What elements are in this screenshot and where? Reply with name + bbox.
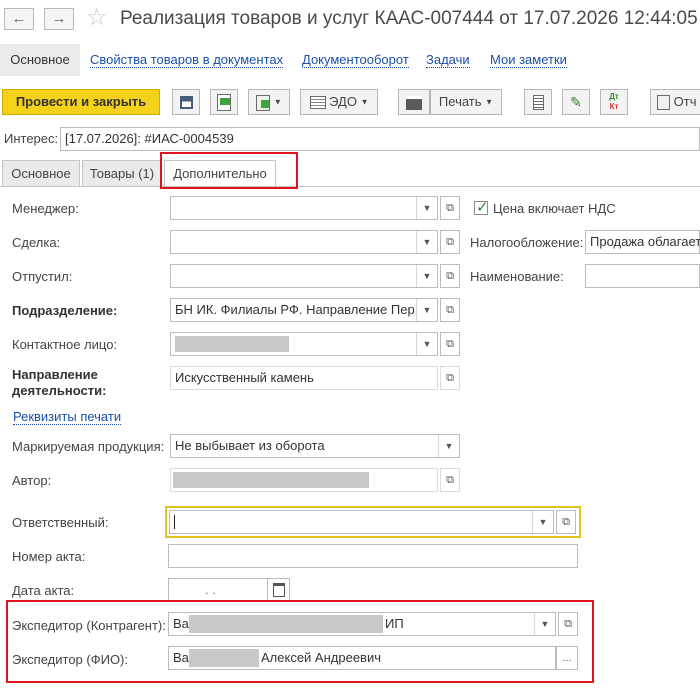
dropdown-arrow-icon[interactable]: ▼ bbox=[416, 231, 437, 253]
contact-label: Контактное лицо: bbox=[12, 337, 118, 352]
marked-products-select[interactable]: Не выбывает из оборота ▼ bbox=[170, 434, 460, 458]
author-label: Автор: bbox=[12, 473, 52, 488]
division-label: Подразделение: bbox=[12, 303, 118, 318]
manager-open-button[interactable]: ⧉ bbox=[440, 196, 460, 220]
list-view-button[interactable] bbox=[524, 89, 552, 115]
section-link-tasks[interactable]: Задачи bbox=[426, 53, 470, 68]
direction-field[interactable]: Искусственный камень bbox=[170, 366, 438, 390]
print-quick-button[interactable] bbox=[398, 89, 430, 115]
open-window-icon: ⧉ bbox=[562, 516, 570, 528]
deal-select[interactable]: ▼ bbox=[170, 230, 438, 254]
redacted-block bbox=[175, 336, 289, 352]
favorite-star-icon[interactable]: ☆ bbox=[86, 4, 108, 32]
highlight-tab-additional bbox=[160, 152, 298, 189]
post-and-close-button[interactable]: Провести и закрыть bbox=[2, 89, 160, 115]
responsible-select[interactable]: ▼ bbox=[169, 510, 554, 534]
text-cursor bbox=[174, 515, 175, 529]
author-open-button[interactable]: ⧉ bbox=[440, 468, 460, 492]
interest-field[interactable]: [17.07.2026]: #ИАС-0004539 bbox=[60, 127, 700, 151]
act-number-label: Номер акта: bbox=[12, 549, 86, 564]
released-open-button[interactable]: ⧉ bbox=[440, 264, 460, 288]
arrow-left-icon: ← bbox=[11, 10, 27, 27]
tab-main[interactable]: Основное bbox=[2, 160, 80, 186]
dropdown-arrow-icon[interactable]: ▼ bbox=[438, 435, 459, 457]
open-window-icon: ⧉ bbox=[446, 236, 454, 248]
act-number-input[interactable] bbox=[168, 544, 578, 568]
manager-select[interactable]: ▼ bbox=[170, 196, 438, 220]
sign-button[interactable]: ✎ bbox=[562, 89, 590, 115]
redacted-block bbox=[173, 472, 369, 488]
taxation-label: Налогообложение: bbox=[470, 235, 584, 250]
print-details-link[interactable]: Реквизиты печати bbox=[13, 410, 122, 425]
back-button[interactable]: ← bbox=[4, 8, 34, 30]
printer-icon bbox=[406, 95, 422, 110]
contact-open-button[interactable]: ⧉ bbox=[440, 332, 460, 356]
open-window-icon: ⧉ bbox=[446, 474, 454, 486]
open-window-icon: ⧉ bbox=[446, 372, 454, 384]
calendar-button[interactable] bbox=[268, 578, 290, 602]
dropdown-arrow-icon[interactable]: ▼ bbox=[416, 265, 437, 287]
section-link-product-properties[interactable]: Свойства товаров в документах bbox=[90, 53, 284, 68]
dropdown-arrow-icon[interactable]: ▼ bbox=[416, 197, 437, 219]
print-menu-button[interactable]: Печать ▼ bbox=[430, 89, 502, 115]
open-window-icon: ⧉ bbox=[446, 304, 454, 316]
act-date-label: Дата акта: bbox=[12, 583, 75, 598]
marked-products-label: Маркируемая продукция: bbox=[12, 439, 165, 454]
create-based-on-button[interactable]: ▼ bbox=[248, 89, 290, 115]
author-field bbox=[170, 468, 438, 492]
contact-select[interactable]: ▼ bbox=[170, 332, 438, 356]
vat-included-checkbox[interactable]: ✓ bbox=[474, 199, 489, 216]
open-window-icon: ⧉ bbox=[446, 338, 454, 350]
calendar-icon bbox=[272, 583, 285, 598]
tab-divider bbox=[0, 186, 700, 187]
direction-label-line1: Направление bbox=[12, 367, 98, 382]
responsible-label: Ответственный: bbox=[12, 515, 109, 530]
interest-label: Интерес: bbox=[4, 131, 59, 146]
division-open-button[interactable]: ⧉ bbox=[440, 298, 460, 322]
report-icon bbox=[657, 95, 670, 111]
chevron-down-icon: ▼ bbox=[360, 97, 369, 107]
chevron-down-icon: ▼ bbox=[273, 97, 282, 107]
vat-included-label: Цена включает НДС bbox=[493, 201, 616, 216]
direction-open-button[interactable]: ⧉ bbox=[440, 366, 460, 390]
highlight-forwarder-block bbox=[6, 600, 594, 683]
taxation-select[interactable]: Продажа облагается bbox=[585, 230, 700, 254]
deal-open-button[interactable]: ⧉ bbox=[440, 230, 460, 254]
list-icon bbox=[532, 95, 544, 111]
open-window-icon: ⧉ bbox=[446, 202, 454, 214]
dropdown-arrow-icon[interactable]: ▼ bbox=[532, 511, 553, 533]
dropdown-arrow-icon[interactable]: ▼ bbox=[416, 299, 437, 321]
pen-sign-icon: ✎ bbox=[570, 94, 582, 110]
deal-label: Сделка: bbox=[12, 235, 61, 250]
tab-goods[interactable]: Товары (1) bbox=[82, 160, 162, 186]
post-button[interactable] bbox=[210, 89, 238, 115]
responsible-open-button[interactable]: ⧉ bbox=[556, 510, 576, 534]
act-date-input[interactable]: . . bbox=[168, 578, 268, 602]
post-document-icon bbox=[217, 94, 231, 112]
name-input[interactable] bbox=[585, 264, 700, 288]
section-main[interactable]: Основное bbox=[0, 44, 80, 76]
save-button[interactable] bbox=[172, 89, 200, 115]
dropdown-arrow-icon[interactable]: ▼ bbox=[416, 333, 437, 355]
edo-menu-button[interactable]: ЭДО ▼ bbox=[300, 89, 378, 115]
forward-button[interactable]: → bbox=[44, 8, 74, 30]
manager-label: Менеджер: bbox=[12, 201, 79, 216]
released-label: Отпустил: bbox=[12, 269, 73, 284]
section-link-notes[interactable]: Мои заметки bbox=[490, 53, 567, 68]
dt-kt-button[interactable]: Дт Кт bbox=[600, 89, 628, 115]
page-title: Реализация товаров и услуг КААС-007444 о… bbox=[120, 8, 698, 29]
name-label: Наименование: bbox=[470, 269, 564, 284]
released-select[interactable]: ▼ bbox=[170, 264, 438, 288]
chevron-down-icon: ▼ bbox=[485, 97, 494, 107]
division-select[interactable]: БН ИК. Филиалы РФ. Направление Пер ▼ bbox=[170, 298, 438, 322]
save-icon bbox=[179, 96, 193, 110]
arrow-right-icon: → bbox=[51, 10, 67, 27]
open-window-icon: ⧉ bbox=[446, 270, 454, 282]
checkmark-icon: ✓ bbox=[476, 199, 489, 216]
direction-label-line2: деятельности: bbox=[12, 383, 107, 398]
section-link-document-flow[interactable]: Документооборот bbox=[302, 53, 409, 68]
edo-icon bbox=[309, 96, 326, 110]
copy-green-icon bbox=[256, 94, 271, 111]
report-button[interactable]: Отч bbox=[650, 89, 700, 115]
